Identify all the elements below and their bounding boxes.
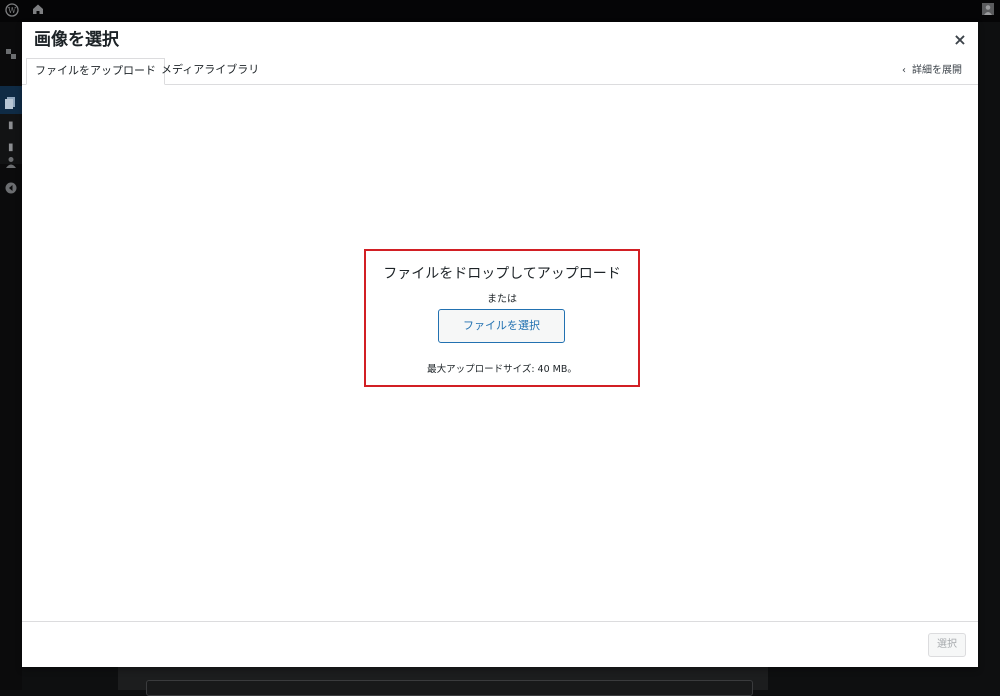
tab-label: ファイルをアップロード [35,64,156,77]
chevron-left-icon: ‹ [902,65,906,76]
pages-icon [5,94,17,113]
upload-dropzone[interactable]: ファイルをドロップしてアップロード または ファイルを選択 最大アップロードサイ… [364,249,640,387]
select-button[interactable]: 選択 [928,633,966,657]
drop-instructions: ファイルをドロップしてアップロード [383,266,621,282]
tab-media-library[interactable]: メディアライブラリ [153,58,267,84]
tab-upload-files[interactable]: ファイルをアップロード [26,58,165,85]
background-field [146,680,753,696]
close-icon: × [953,30,967,49]
plugin-icon[interactable] [5,48,17,60]
tab-label: メディアライブラリ [161,63,260,76]
side-submenu-item[interactable]: ▮ [8,120,14,131]
home-icon[interactable] [32,3,44,20]
modal-footer: 選択 [22,621,978,667]
wordpress-logo-icon[interactable]: W [5,3,19,22]
or-separator: または [487,294,517,305]
expand-details-label: 詳細を展開 [912,65,962,76]
side-menu-active-item[interactable] [0,86,22,114]
user-icon[interactable] [5,156,17,168]
close-button[interactable]: × [950,30,970,50]
admin-bar: W [0,0,1000,22]
background-right [978,22,1000,690]
max-upload-size: 最大アップロードサイズ: 40 MB。 [427,364,577,375]
collapse-icon[interactable] [5,182,17,194]
side-submenu-item[interactable]: ▮ [8,142,14,153]
svg-text:W: W [8,6,17,15]
media-modal: 画像を選択 × ファイルをアップロード メディアライブラリ ‹ 詳細を展開 ファイ… [22,22,978,667]
user-avatar-icon[interactable] [982,3,994,20]
select-files-button[interactable]: ファイルを選択 [438,309,565,343]
admin-side-menu: ▮ ▮ [0,22,22,690]
modal-title: 画像を選択 [34,30,119,50]
expand-details-link[interactable]: ‹ 詳細を展開 [902,58,962,84]
media-tabs: ファイルをアップロード メディアライブラリ ‹ 詳細を展開 [22,58,978,85]
